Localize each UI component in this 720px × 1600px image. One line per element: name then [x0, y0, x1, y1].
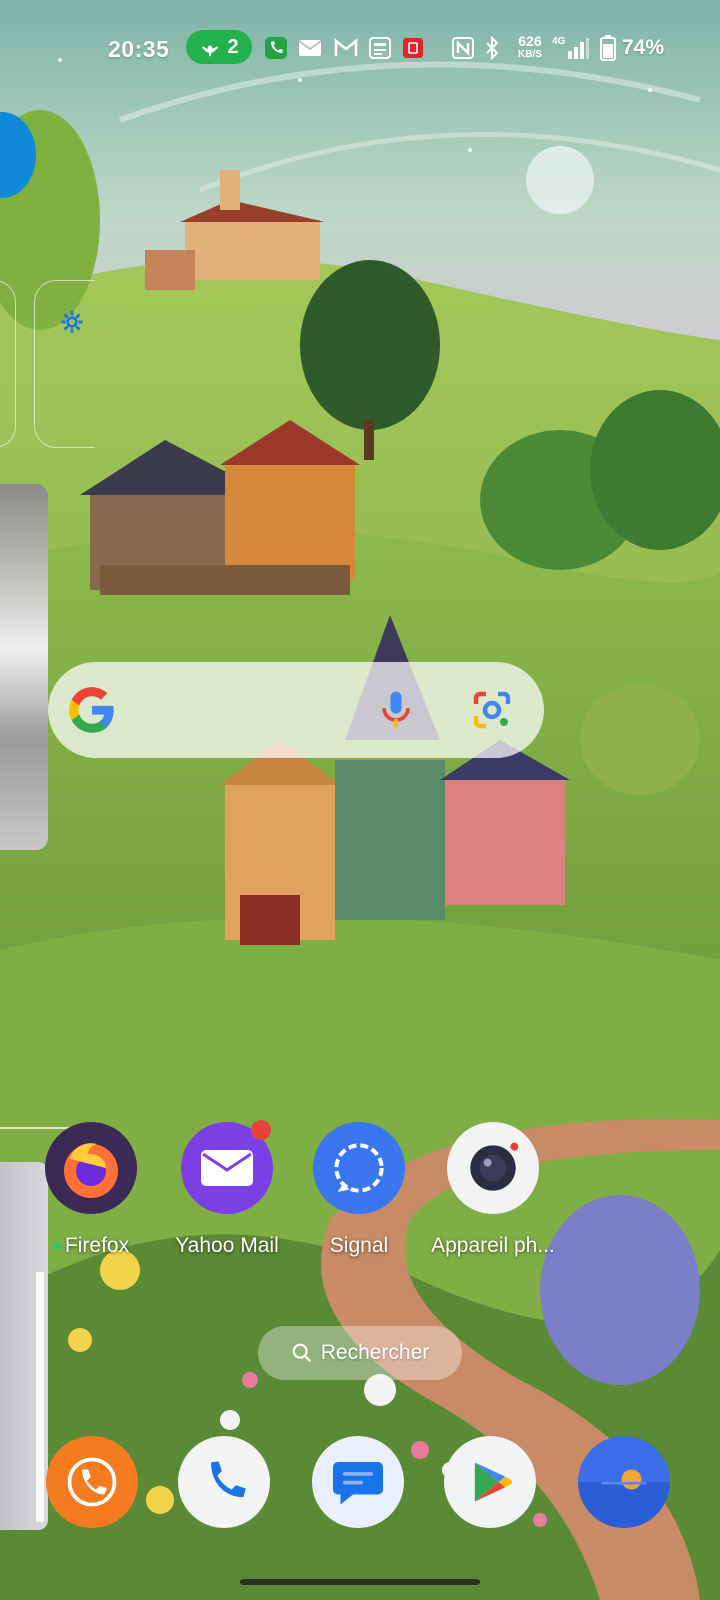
notification-badge — [251, 1120, 271, 1140]
app-firefox[interactable]: Firefox — [26, 1122, 156, 1258]
mic-icon[interactable] — [374, 688, 418, 732]
network-speed: 626 KB/S — [518, 34, 542, 61]
bluetooth-icon — [484, 36, 500, 60]
gear-icon — [61, 311, 83, 333]
google-search-widget[interactable] — [48, 662, 544, 758]
app-search-label: Rechercher — [320, 1341, 430, 1364]
app-label-yahoo-mail: Yahoo Mail — [175, 1234, 279, 1257]
home-indicator[interactable] — [240, 1579, 480, 1585]
app-label-signal: Signal — [329, 1234, 389, 1257]
app-label-camera: Appareil ph... — [431, 1234, 555, 1257]
app-yahoo-mail[interactable]: Yahoo Mail — [162, 1120, 292, 1258]
mail-icon — [181, 1120, 273, 1214]
weather-icon[interactable] — [578, 1436, 670, 1528]
edge-settings-card[interactable] — [34, 280, 95, 448]
new-indicator-dot — [52, 1242, 61, 1251]
signal-strength-icon: 4G — [552, 36, 590, 60]
network-speed-value: 626 — [518, 33, 542, 49]
hotspot-icon — [202, 45, 219, 57]
status-bar: 20:35 2 626 KB/S 4G 74% — [0, 28, 720, 72]
signal-icon — [313, 1122, 405, 1214]
app-camera[interactable]: Appareil ph... — [428, 1122, 558, 1258]
google-lens-icon[interactable] — [468, 686, 516, 734]
messages-icon[interactable] — [312, 1436, 404, 1528]
play-store-icon[interactable] — [444, 1436, 536, 1528]
app-label-firefox: Firefox — [64, 1234, 130, 1257]
battery-icon — [600, 35, 616, 61]
battery-level: 74% — [622, 36, 665, 59]
notification-app-icon — [402, 36, 424, 60]
app-search-button[interactable]: Rechercher — [258, 1326, 462, 1380]
network-type: 4G — [552, 36, 566, 47]
firefox-icon — [45, 1122, 137, 1214]
call-app-icon[interactable] — [46, 1436, 138, 1528]
camera-icon — [447, 1122, 539, 1214]
email-icon — [298, 36, 322, 60]
nfc-icon — [452, 36, 474, 60]
google-logo-icon — [69, 687, 114, 733]
hotspot-count: 2 — [227, 35, 239, 58]
search-icon — [292, 1343, 311, 1363]
gmail-icon — [334, 36, 358, 60]
hotspot-indicator[interactable]: 2 — [186, 30, 252, 64]
news-icon — [368, 36, 392, 60]
phone-call-icon — [264, 36, 288, 60]
edge-photo-preview[interactable] — [0, 484, 48, 850]
app-signal[interactable]: Signal — [294, 1122, 424, 1258]
phone-icon[interactable] — [178, 1436, 270, 1528]
edge-widget-card[interactable] — [0, 280, 16, 448]
network-speed-unit: KB/S — [518, 49, 542, 60]
status-clock: 20:35 — [108, 36, 170, 62]
